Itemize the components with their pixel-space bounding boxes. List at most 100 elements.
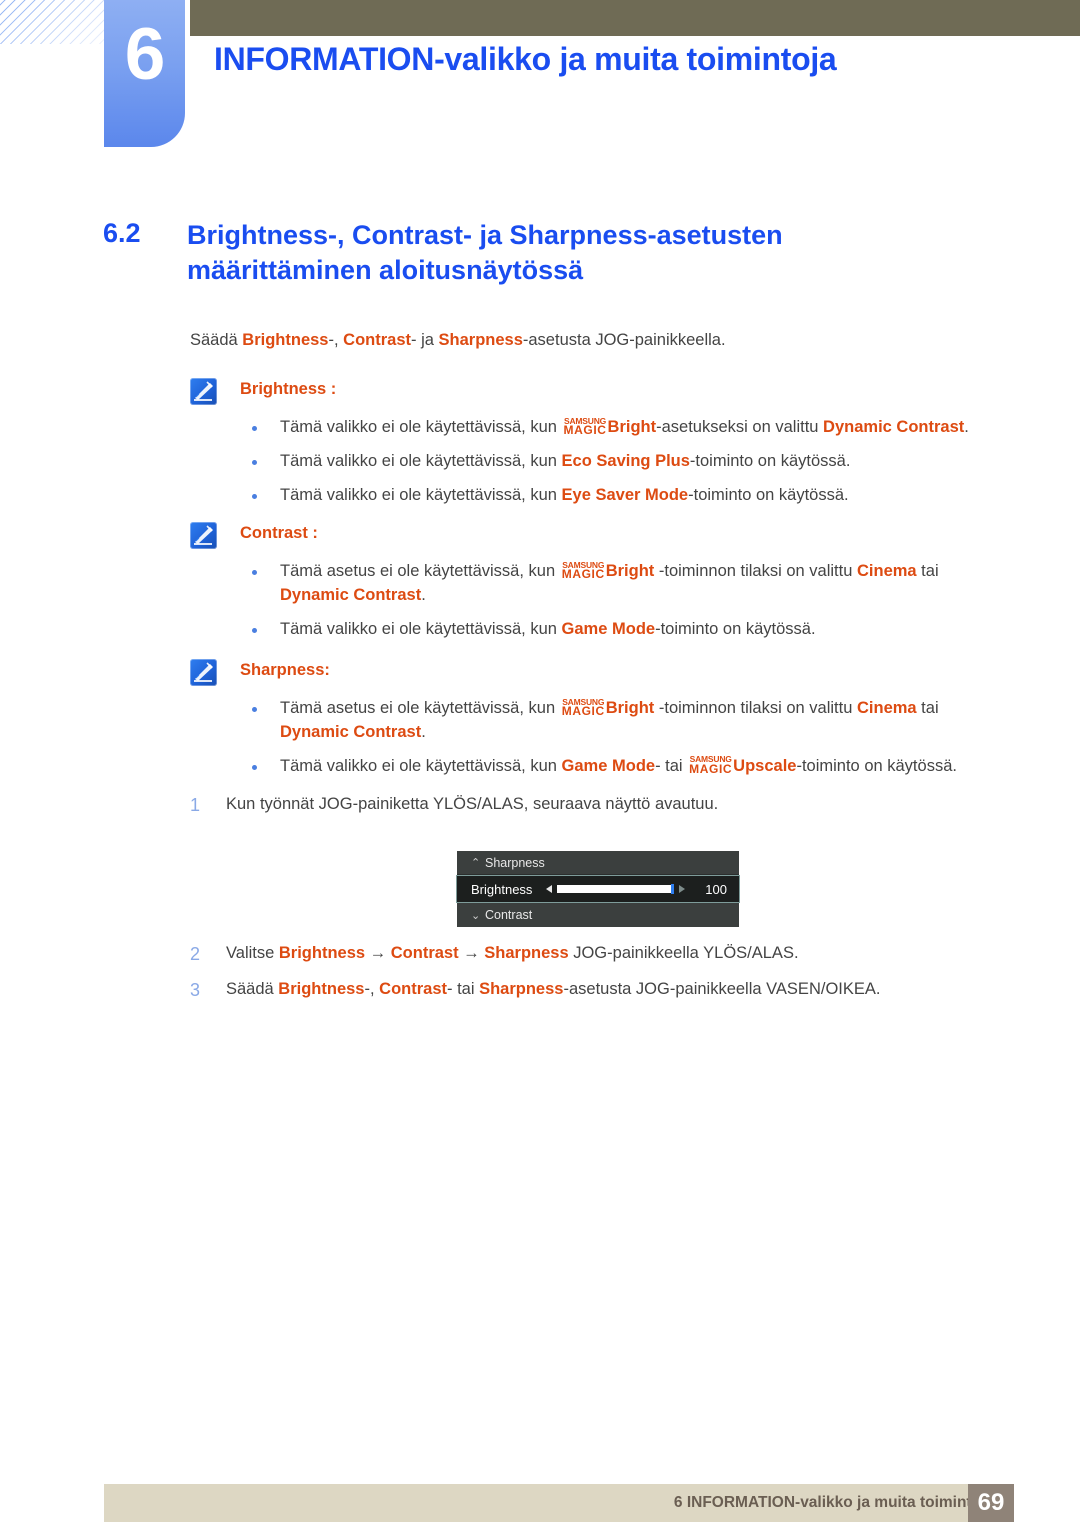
step-3-text-3: - tai xyxy=(447,980,480,998)
footer-page-number: 69 xyxy=(968,1484,1014,1522)
step-3-number: 3 xyxy=(190,980,201,1000)
bullet-keyword-dynamic-contrast: Dynamic Contrast xyxy=(280,722,422,741)
bullet-text-1: Tämä valikko ei ole käytettävissä, kun xyxy=(280,485,562,504)
intro-text-4: -asetusta JOG-painikkeella. xyxy=(522,331,726,349)
note-header-sharpness: Sharpness: xyxy=(190,659,1000,687)
step-2-keyword-contrast: Contrast xyxy=(390,944,459,962)
bullet-item: Tämä valikko ei ole käytettävissä, kun E… xyxy=(190,450,1000,474)
step-2-arrow-1: → xyxy=(365,944,391,962)
step-2-text-1: Valitse xyxy=(226,944,279,962)
step-1-text: Kun työnnät JOG-painiketta YLÖS/ALAS, se… xyxy=(226,795,719,813)
bullet-text-1: Tämä asetus ei ole käytettävissä, kun xyxy=(280,562,560,580)
step-3-keyword-contrast: Contrast xyxy=(379,980,447,998)
step-3: 3 Säädä Brightness-, Contrast- tai Sharp… xyxy=(190,980,1010,1000)
step-3-text-1: Säädä xyxy=(226,980,279,998)
page-footer: 6 INFORMATION-valikko ja muita toimintoj… xyxy=(104,1484,1080,1522)
bullet-item: Tämä valikko ei ole käytettävissä, kun E… xyxy=(190,484,1000,508)
bullet-keyword-upscale: Upscale xyxy=(733,756,797,775)
bullet-text-2: -toiminnon tilaksi on valittu xyxy=(654,699,857,717)
arrow-left-icon[interactable] xyxy=(546,885,553,893)
bullet-keyword-game-mode: Game Mode xyxy=(561,756,656,775)
step-3-keyword-sharpness: Sharpness xyxy=(479,980,564,998)
note-title-colon: : xyxy=(326,380,337,398)
step-2-arrow-2: → xyxy=(458,944,485,962)
samsung-magic-bottom: MAGIC xyxy=(563,423,607,437)
bullet-item: Tämä valikko ei ole käytettävissä, kun G… xyxy=(190,755,1000,779)
note-title-colon: : xyxy=(307,524,318,542)
bullet-text-1: Tämä valikko ei ole käytettävissä, kun xyxy=(280,619,562,638)
step-3-keyword-brightness: Brightness xyxy=(278,980,365,998)
bullet-text-3: . xyxy=(964,418,969,436)
note-header-brightness: Brightness : xyxy=(190,378,1000,406)
bullet-keyword-dynamic-contrast: Dynamic Contrast xyxy=(823,418,965,436)
chevron-down-icon: ⌄ xyxy=(471,909,481,922)
header-olive-bar xyxy=(190,0,1080,36)
step-3-text: Säädä Brightness-, Contrast- tai Sharpne… xyxy=(226,980,880,998)
note-bullets-contrast: Tämä asetus ei ole käytettävissä, kun SA… xyxy=(190,560,1000,642)
bullet-keyword-eco-saving-plus: Eco Saving Plus xyxy=(561,451,690,470)
samsung-magic-bottom: MAGIC xyxy=(561,704,605,718)
intro-text-2: -, xyxy=(328,331,344,349)
footer-chapter-text: 6 INFORMATION-valikko ja muita toimintoj… xyxy=(673,1494,994,1511)
intro-paragraph: Säädä Brightness-, Contrast- ja Sharpnes… xyxy=(190,331,726,350)
osd-item-brightness-label: Brightness xyxy=(471,881,533,897)
osd-item-sharpness[interactable]: ⌃ Sharpness xyxy=(457,851,739,875)
samsung-magic-bottom: MAGIC xyxy=(561,567,605,581)
note-block-brightness: Brightness : Tämä valikko ei ole käytett… xyxy=(190,378,1000,508)
section-number: 6.2 xyxy=(103,218,141,248)
step-3-text-4: -asetusta JOG-painikkeella VASEN/OIKEA. xyxy=(563,980,881,998)
samsung-magic-logo: SAMSUNG MAGIC xyxy=(563,416,607,437)
note-pen-icon xyxy=(190,378,217,405)
note-pen-icon xyxy=(190,659,217,686)
note-title-brightness: Brightness : xyxy=(240,380,336,399)
bullet-keyword-bright: Bright xyxy=(605,699,655,717)
note-header-contrast: Contrast : xyxy=(190,522,1000,550)
bullet-keyword-eye-saver-mode: Eye Saver Mode xyxy=(561,485,689,504)
note-bullets-sharpness: Tämä asetus ei ole käytettävissä, kun SA… xyxy=(190,697,1000,779)
bullet-item: Tämä valikko ei ole käytettävissä, kun G… xyxy=(190,618,1000,642)
step-2-text: Valitse Brightness → Contrast → Sharpnes… xyxy=(226,944,799,962)
step-1: 1 Kun työnnät JOG-painiketta YLÖS/ALAS, … xyxy=(190,795,1010,815)
bullet-keyword-game-mode: Game Mode xyxy=(561,619,656,638)
bullet-item: Tämä valikko ei ole käytettävissä, kun S… xyxy=(190,416,1000,440)
note-block-contrast: Contrast : Tämä asetus ei ole käytettävi… xyxy=(190,522,1000,642)
note-bullets-brightness: Tämä valikko ei ole käytettävissä, kun S… xyxy=(190,416,1000,508)
bullet-text-4: . xyxy=(421,722,426,741)
chapter-title: INFORMATION-valikko ja muita toimintoja xyxy=(214,41,837,77)
bullet-keyword-bright: Bright xyxy=(607,418,657,436)
chevron-up-icon: ⌃ xyxy=(471,857,481,869)
section-heading: 6.2 Brightness-, Contrast- ja Sharpness-… xyxy=(103,218,983,287)
bullet-text-1: Tämä valikko ei ole käytettävissä, kun xyxy=(280,756,562,775)
bullet-text-1: Tämä valikko ei ole käytettävissä, kun xyxy=(280,451,562,470)
osd-item-sharpness-label: Sharpness xyxy=(485,855,545,870)
osd-item-contrast[interactable]: ⌄ Contrast xyxy=(457,903,739,927)
intro-keyword-brightness: Brightness xyxy=(242,331,329,349)
osd-item-contrast-label: Contrast xyxy=(485,908,533,922)
bullet-text-2: -toiminnon tilaksi on valittu xyxy=(654,562,857,580)
samsung-magic-logo: SAMSUNG MAGIC xyxy=(689,755,732,775)
bullet-keyword-bright: Bright xyxy=(605,562,655,580)
bullet-text-2: -toiminto on käytössä. xyxy=(688,485,849,504)
step-1-number: 1 xyxy=(190,795,201,815)
brightness-slider-knob[interactable] xyxy=(671,884,674,894)
step-2: 2 Valitse Brightness → Contrast → Sharpn… xyxy=(190,944,1010,964)
step-2-keyword-brightness: Brightness xyxy=(278,944,366,962)
note-title-text: Contrast xyxy=(240,524,308,542)
section-title: Brightness-, Contrast- ja Sharpness-aset… xyxy=(187,220,783,285)
intro-keyword-sharpness: Sharpness xyxy=(438,331,523,349)
bullet-item: Tämä asetus ei ole käytettävissä, kun SA… xyxy=(190,560,1000,608)
bullet-keyword-cinema: Cinema xyxy=(856,699,917,717)
osd-item-brightness-selected[interactable]: Brightness 100 xyxy=(456,875,740,903)
samsung-magic-bottom: MAGIC xyxy=(689,761,733,776)
bullet-text-1: Tämä valikko ei ole käytettävissä, kun xyxy=(280,418,562,436)
bullet-text-3: tai xyxy=(916,699,939,717)
samsung-magic-logo: SAMSUNG MAGIC xyxy=(561,697,605,718)
bullet-text-4: . xyxy=(421,585,426,604)
brightness-slider-track[interactable] xyxy=(557,884,674,894)
bullet-keyword-cinema: Cinema xyxy=(856,562,917,580)
bullet-text-3: -toiminto on käytössä. xyxy=(796,756,957,775)
page-header: 6 INFORMATION-valikko ja muita toimintoj… xyxy=(0,0,1080,150)
intro-keyword-contrast: Contrast xyxy=(343,331,411,349)
bullet-text-2: -toiminto on käytössä. xyxy=(655,619,816,638)
bullet-text-2: -asetukseksi on valittu xyxy=(656,418,824,436)
